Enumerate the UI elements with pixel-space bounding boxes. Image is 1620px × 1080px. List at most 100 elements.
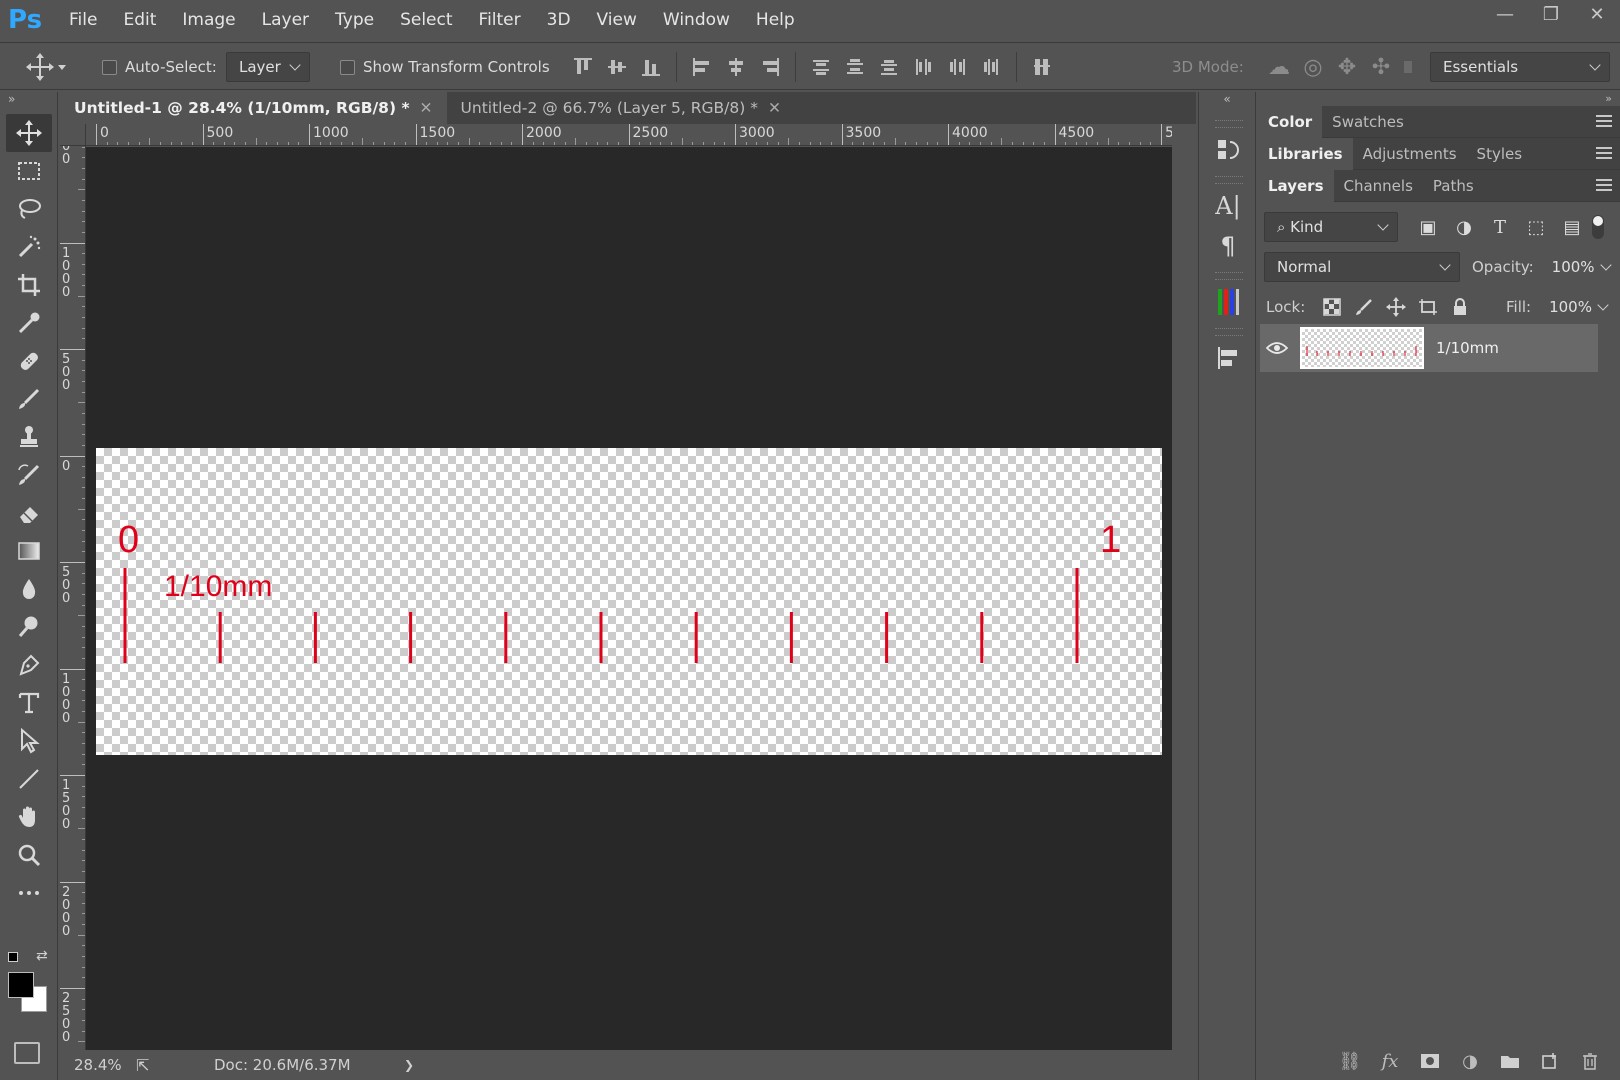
auto-align-layers-button[interactable] (1025, 50, 1059, 84)
layer-style-fx-icon[interactable]: fx (1370, 1046, 1410, 1076)
gradient-tool[interactable] (6, 532, 52, 570)
swap-colors-icon[interactable]: ⇄ (36, 948, 48, 964)
tab-swatches[interactable]: Swatches (1322, 106, 1414, 138)
add-mask-icon[interactable] (1410, 1046, 1450, 1076)
move-tool[interactable] (6, 114, 52, 152)
restore-button[interactable]: ❐ (1528, 0, 1574, 28)
layer-name[interactable]: 1/10mm (1436, 339, 1499, 357)
close-tab-icon[interactable]: ✕ (420, 99, 433, 117)
menu-edit[interactable]: Edit (110, 10, 169, 30)
dodge-tool[interactable] (6, 608, 52, 646)
healing-brush-tool[interactable] (6, 342, 52, 380)
filter-type-icon[interactable]: T (1486, 213, 1514, 241)
more-tools-button[interactable] (6, 874, 52, 912)
lock-artboard-icon[interactable] (1412, 293, 1444, 321)
distribute-hcenter-button[interactable] (940, 50, 974, 84)
document-canvas[interactable]: 0 1 1/10mm (96, 448, 1162, 755)
tab-untitled-1[interactable]: Untitled-1 @ 28.4% (1/10mm, RGB/8) * ✕ (60, 92, 447, 124)
zoom-level[interactable]: 28.4% (74, 1056, 132, 1074)
tab-libraries[interactable]: Libraries (1258, 137, 1353, 170)
auto-select-checkbox[interactable] (102, 59, 117, 75)
lasso-tool[interactable] (6, 190, 52, 228)
menu-3d[interactable]: 3D (534, 10, 584, 30)
panel-menu-icon[interactable] (1596, 115, 1612, 127)
layer-filter-dropdown[interactable]: ⌕ Kind (1264, 212, 1398, 242)
eraser-tool[interactable] (6, 494, 52, 532)
horizontal-ruler[interactable]: 0 500 1000 1500 2000 2500 3000 3500 4000 4500 5 (86, 124, 1172, 146)
filter-shape-icon[interactable]: ⬚ (1522, 213, 1550, 241)
link-layers-icon[interactable]: ⛓ (1330, 1046, 1370, 1076)
filter-smart-object-icon[interactable]: ▤ (1558, 213, 1586, 241)
paragraph-panel-button[interactable]: ¶ (1205, 226, 1251, 266)
align-bottom-edges-button[interactable] (634, 50, 668, 84)
layer-row[interactable]: 1/10mm (1260, 324, 1598, 372)
tab-adjustments[interactable]: Adjustments (1353, 138, 1467, 170)
new-layer-icon[interactable] (1530, 1046, 1570, 1076)
crop-tool[interactable] (6, 266, 52, 304)
3d-scale-icon[interactable] (1404, 61, 1412, 73)
align-panel-button[interactable] (1205, 338, 1251, 378)
3d-pan-icon[interactable]: ✥ (1330, 50, 1364, 84)
distribute-right-button[interactable] (974, 50, 1008, 84)
menu-file[interactable]: File (56, 10, 110, 30)
zoom-tool[interactable] (6, 836, 52, 874)
hand-tool[interactable] (6, 798, 52, 836)
auto-select-target-dropdown[interactable]: Layer (226, 52, 310, 82)
filter-toggle[interactable] (1592, 215, 1604, 239)
type-tool[interactable] (6, 684, 52, 722)
share-icon[interactable]: ⇱ (136, 1056, 186, 1075)
lock-all-icon[interactable] (1444, 293, 1476, 321)
collapse-toolbar-icon[interactable]: » (0, 92, 57, 114)
quick-mask-icon[interactable] (14, 1042, 40, 1064)
menu-filter[interactable]: Filter (466, 10, 534, 30)
default-colors-icon[interactable] (8, 952, 18, 962)
vertical-ruler[interactable]: 0 0 1 0 0 0 5 0 0 0 5 0 0 1 0 0 0 1 5 0 0 2 0 0… (60, 146, 86, 1050)
menu-image[interactable]: Image (169, 10, 248, 30)
delete-layer-icon[interactable] (1570, 1046, 1610, 1076)
tab-styles[interactable]: Styles (1467, 138, 1533, 170)
distribute-vcenter-button[interactable] (838, 50, 872, 84)
menu-layer[interactable]: Layer (249, 10, 322, 30)
distribute-top-button[interactable] (804, 50, 838, 84)
3d-slide-icon[interactable]: ✣ (1364, 50, 1398, 84)
menu-type[interactable]: Type (322, 10, 387, 30)
magic-wand-tool[interactable] (6, 228, 52, 266)
distribute-left-button[interactable] (906, 50, 940, 84)
filter-pixel-icon[interactable]: ▣ (1414, 213, 1442, 241)
fill-field[interactable]: 100% (1537, 292, 1617, 322)
lock-image-pixels-icon[interactable] (1348, 293, 1380, 321)
align-vertical-centers-button[interactable] (600, 50, 634, 84)
collapse-dock-icon[interactable]: « (1199, 92, 1255, 114)
menu-select[interactable]: Select (387, 10, 465, 30)
new-group-icon[interactable] (1490, 1046, 1530, 1076)
menu-window[interactable]: Window (650, 10, 743, 30)
path-selection-tool[interactable] (6, 722, 52, 760)
align-horizontal-centers-button[interactable] (719, 50, 753, 84)
pen-tool[interactable] (6, 646, 52, 684)
line-tool[interactable] (6, 760, 52, 798)
align-top-edges-button[interactable] (566, 50, 600, 84)
lock-transparent-pixels-icon[interactable] (1316, 293, 1348, 321)
brush-tool[interactable] (6, 380, 52, 418)
tab-paths[interactable]: Paths (1423, 170, 1484, 202)
minimize-button[interactable]: — (1482, 0, 1528, 28)
menu-help[interactable]: Help (743, 10, 808, 30)
menu-view[interactable]: View (584, 10, 650, 30)
ruler-origin[interactable] (60, 124, 86, 146)
lock-position-icon[interactable] (1380, 293, 1412, 321)
3d-orbit-icon[interactable]: ☁ (1262, 50, 1296, 84)
layer-visibility-toggle[interactable] (1260, 341, 1294, 355)
history-panel-button[interactable] (1205, 130, 1251, 170)
foreground-color-swatch[interactable] (8, 972, 34, 998)
character-panel-button[interactable]: A| (1205, 186, 1251, 226)
status-menu-arrow[interactable]: ❯ (404, 1058, 414, 1072)
align-left-edges-button[interactable] (685, 50, 719, 84)
tab-untitled-2[interactable]: Untitled-2 @ 66.7% (Layer 5, RGB/8) * ✕ (447, 92, 795, 124)
3d-roll-icon[interactable]: ◎ (1296, 50, 1330, 84)
filter-adjustment-icon[interactable]: ◑ (1450, 213, 1478, 241)
show-transform-checkbox[interactable] (340, 59, 355, 75)
tab-layers[interactable]: Layers (1258, 169, 1334, 202)
expand-panels-icon[interactable]: » (1258, 92, 1620, 106)
workspace-dropdown[interactable]: Essentials (1430, 52, 1610, 82)
align-right-edges-button[interactable] (753, 50, 787, 84)
